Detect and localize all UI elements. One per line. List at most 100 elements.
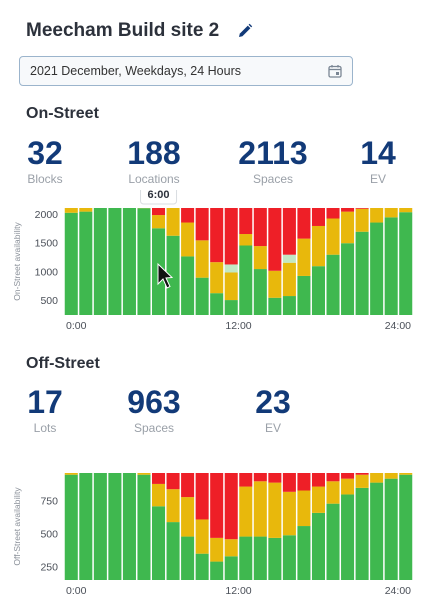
bar-segment[interactable] — [356, 488, 369, 580]
bar-segment[interactable] — [283, 473, 296, 492]
date-filter-field[interactable]: 2021 December, Weekdays, 24 Hours — [19, 56, 353, 86]
bar-segment[interactable] — [225, 539, 238, 556]
bar-segment[interactable] — [79, 208, 92, 212]
bar-segment[interactable] — [268, 473, 281, 483]
bar-segment[interactable] — [94, 208, 107, 315]
bar-segment[interactable] — [239, 246, 252, 315]
bar-segment[interactable] — [327, 219, 340, 255]
bar-segment[interactable] — [254, 269, 267, 315]
bar-segment[interactable] — [356, 209, 369, 232]
bar-segment[interactable] — [108, 208, 121, 315]
bar-segment[interactable] — [108, 473, 121, 580]
bar-segment[interactable] — [399, 212, 412, 315]
bar-segment[interactable] — [181, 208, 194, 223]
bar-segment[interactable] — [137, 475, 150, 580]
bar-segment[interactable] — [181, 537, 194, 580]
bar-segment[interactable] — [385, 473, 398, 479]
bar-segment[interactable] — [283, 208, 296, 255]
bar-segment[interactable] — [385, 208, 398, 217]
bar-segment[interactable] — [123, 208, 136, 315]
bar-segment[interactable] — [268, 538, 281, 580]
bar-segment[interactable] — [196, 278, 209, 315]
bar-segment[interactable] — [385, 217, 398, 315]
bar-segment[interactable] — [239, 208, 252, 234]
bar-segment[interactable] — [196, 554, 209, 580]
bar-segment[interactable] — [65, 475, 78, 580]
bar-segment[interactable] — [181, 223, 194, 257]
bar-segment[interactable] — [79, 473, 92, 580]
bar-segment[interactable] — [254, 537, 267, 580]
bar-segment[interactable] — [225, 272, 238, 300]
bar-segment[interactable] — [181, 473, 194, 497]
bar-segment[interactable] — [341, 208, 354, 212]
bar-segment[interactable] — [181, 497, 194, 536]
bar-segment[interactable] — [399, 475, 412, 580]
bar-segment[interactable] — [312, 266, 325, 315]
bar-segment[interactable] — [341, 212, 354, 244]
bar-segment[interactable] — [181, 256, 194, 315]
bar-segment[interactable] — [341, 473, 354, 479]
bar-segment[interactable] — [312, 473, 325, 487]
bar-segment[interactable] — [312, 226, 325, 266]
bar-segment[interactable] — [327, 255, 340, 315]
bar-segment[interactable] — [225, 473, 238, 539]
bar-segment[interactable] — [94, 473, 107, 580]
bar-segment[interactable] — [196, 473, 209, 519]
bar-segment[interactable] — [370, 473, 383, 483]
bar-segment[interactable] — [65, 473, 78, 475]
bar-segment[interactable] — [152, 208, 165, 215]
bar-segment[interactable] — [399, 473, 412, 475]
bar-segment[interactable] — [196, 240, 209, 277]
bar-segment[interactable] — [196, 208, 209, 240]
bar-segment[interactable] — [123, 473, 136, 580]
bar-segment[interactable] — [283, 535, 296, 580]
bar-segment[interactable] — [356, 232, 369, 315]
bar-segment[interactable] — [254, 246, 267, 269]
on-street-chart[interactable]: On-Street availability5001000150020000:0… — [0, 190, 427, 335]
bar-segment[interactable] — [152, 215, 165, 228]
bar-segment[interactable] — [225, 300, 238, 315]
bar-segment[interactable] — [356, 473, 369, 475]
bar-segment[interactable] — [297, 239, 310, 276]
bar-segment[interactable] — [370, 223, 383, 315]
bar-segment[interactable] — [225, 264, 238, 272]
bar-segment[interactable] — [210, 262, 223, 293]
bar-segment[interactable] — [356, 475, 369, 488]
bar-segment[interactable] — [341, 243, 354, 315]
bar-segment[interactable] — [210, 538, 223, 562]
bar-segment[interactable] — [327, 481, 340, 503]
bar-segment[interactable] — [283, 263, 296, 296]
bar-segment[interactable] — [297, 208, 310, 239]
bar-segment[interactable] — [79, 212, 92, 315]
bar-segment[interactable] — [65, 213, 78, 315]
bar-segment[interactable] — [239, 487, 252, 537]
bar-segment[interactable] — [254, 473, 267, 481]
bar-segment[interactable] — [327, 208, 340, 219]
bar-segment[interactable] — [327, 473, 340, 481]
bar-segment[interactable] — [312, 208, 325, 226]
calendar-icon[interactable] — [328, 64, 342, 78]
bar-segment[interactable] — [137, 473, 150, 475]
bar-segment[interactable] — [268, 298, 281, 315]
bar-segment[interactable] — [167, 208, 180, 236]
bar-segment[interactable] — [312, 513, 325, 580]
bar-segment[interactable] — [210, 562, 223, 580]
bar-segment[interactable] — [312, 487, 325, 513]
bar-segment[interactable] — [297, 491, 310, 527]
bar-segment[interactable] — [254, 208, 267, 246]
bar-segment[interactable] — [65, 208, 78, 213]
bar-segment[interactable] — [356, 208, 369, 209]
bar-segment[interactable] — [167, 489, 180, 522]
bar-segment[interactable] — [327, 504, 340, 580]
bar-segment[interactable] — [297, 276, 310, 315]
bar-segment[interactable] — [399, 208, 412, 212]
bar-segment[interactable] — [268, 483, 281, 538]
bar-segment[interactable] — [385, 479, 398, 580]
bar-segment[interactable] — [254, 481, 267, 536]
bar-segment[interactable] — [341, 479, 354, 495]
bar-segment[interactable] — [167, 473, 180, 489]
bar-segment[interactable] — [239, 473, 252, 487]
pencil-icon[interactable] — [237, 23, 253, 39]
off-street-chart[interactable]: Off-Street availability2505007500:0012:0… — [0, 455, 427, 600]
bar-segment[interactable] — [210, 293, 223, 315]
